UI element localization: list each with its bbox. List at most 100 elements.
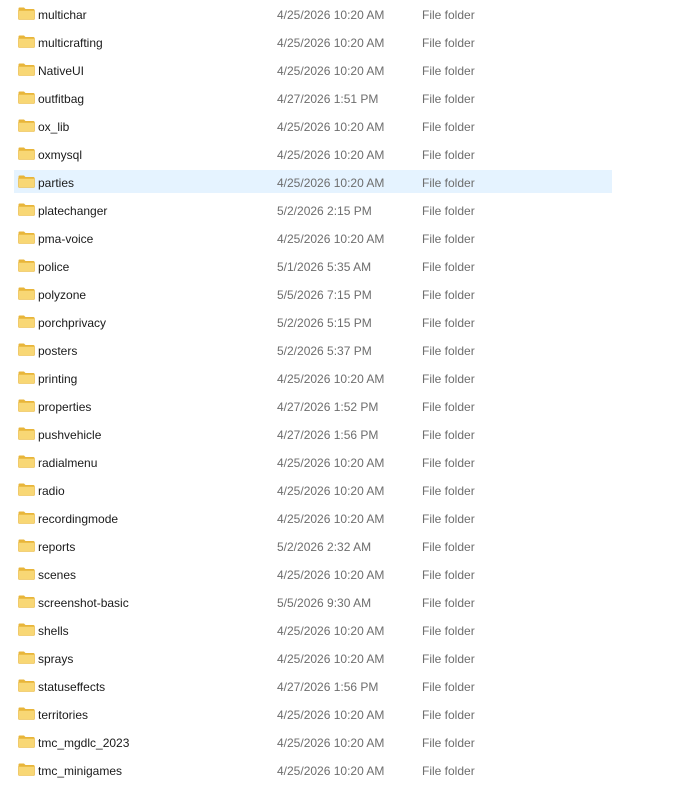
date-modified: 4/25/2026 10:20 AM — [277, 456, 385, 470]
file-row[interactable]: polyzone 5/5/2026 7:15 PM File folder — [0, 282, 678, 310]
date-modified: 4/25/2026 10:20 AM — [277, 568, 385, 582]
date-modified: 4/25/2026 10:20 AM — [277, 736, 385, 750]
folder-icon — [18, 315, 35, 328]
folder-icon — [18, 511, 35, 524]
file-type: File folder — [422, 708, 475, 722]
file-name: radio — [38, 484, 65, 498]
file-row[interactable]: properties 4/27/2026 1:52 PM File folder — [0, 394, 678, 422]
date-modified: 4/25/2026 10:20 AM — [277, 36, 385, 50]
file-row[interactable]: platechanger 5/2/2026 2:15 PM File folde… — [0, 198, 678, 226]
file-row[interactable]: radio 4/25/2026 10:20 AM File folder — [0, 478, 678, 506]
file-row[interactable]: porchprivacy 5/2/2026 5:15 PM File folde… — [0, 310, 678, 338]
file-type: File folder — [422, 428, 475, 442]
file-name: pushvehicle — [38, 428, 102, 442]
date-modified: 5/2/2026 5:37 PM — [277, 344, 372, 358]
folder-icon — [18, 63, 35, 76]
file-name: NativeUI — [38, 64, 85, 78]
file-type: File folder — [422, 148, 475, 162]
folder-icon — [18, 91, 35, 104]
file-row[interactable]: radialmenu 4/25/2026 10:20 AM File folde… — [0, 450, 678, 478]
file-type: File folder — [422, 596, 475, 610]
folder-icon — [18, 399, 35, 412]
file-row[interactable]: oxmysql 4/25/2026 10:20 AM File folder — [0, 142, 678, 170]
file-row[interactable]: printing 4/25/2026 10:20 AM File folder — [0, 366, 678, 394]
file-row[interactable]: reports 5/2/2026 2:32 AM File folder — [0, 534, 678, 562]
date-modified: 4/25/2026 10:20 AM — [277, 232, 385, 246]
file-row[interactable]: NativeUI 4/25/2026 10:20 AM File folder — [0, 58, 678, 86]
file-name: reports — [38, 540, 76, 554]
file-type: File folder — [422, 288, 475, 302]
date-modified: 4/25/2026 10:20 AM — [277, 148, 385, 162]
file-name: posters — [38, 344, 78, 358]
file-row[interactable]: shells 4/25/2026 10:20 AM File folder — [0, 618, 678, 646]
date-modified: 4/25/2026 10:20 AM — [277, 652, 385, 666]
file-name: scenes — [38, 568, 77, 582]
folder-icon — [18, 707, 35, 720]
file-name: porchprivacy — [38, 316, 107, 330]
file-type: File folder — [422, 400, 475, 414]
file-name: screenshot-basic — [38, 596, 129, 610]
date-modified: 5/2/2026 2:32 AM — [277, 540, 372, 554]
file-name: territories — [38, 708, 89, 722]
date-modified: 4/27/2026 1:51 PM — [277, 92, 379, 106]
file-type: File folder — [422, 64, 475, 78]
file-type: File folder — [422, 176, 475, 190]
file-type: File folder — [422, 344, 475, 358]
file-type: File folder — [422, 764, 475, 778]
date-modified: 5/2/2026 5:15 PM — [277, 316, 372, 330]
file-name: parties — [38, 176, 75, 190]
file-type: File folder — [422, 372, 475, 386]
file-row[interactable]: pushvehicle 4/27/2026 1:56 PM File folde… — [0, 422, 678, 450]
file-type: File folder — [422, 652, 475, 666]
date-modified: 5/5/2026 9:30 AM — [277, 596, 372, 610]
file-type: File folder — [422, 232, 475, 246]
file-row[interactable]: multicrafting 4/25/2026 10:20 AM File fo… — [0, 30, 678, 58]
file-row[interactable]: sprays 4/25/2026 10:20 AM File folder — [0, 646, 678, 674]
folder-icon — [18, 231, 35, 244]
folder-icon — [18, 147, 35, 160]
folder-icon — [18, 735, 35, 748]
file-row[interactable]: pma-voice 4/25/2026 10:20 AM File folder — [0, 226, 678, 254]
file-type: File folder — [422, 36, 475, 50]
folder-icon — [18, 651, 35, 664]
file-row-selected[interactable]: parties 4/25/2026 10:20 AM File folder — [0, 170, 678, 198]
file-row[interactable]: statuseffects 4/27/2026 1:56 PM File fol… — [0, 674, 678, 702]
file-row[interactable]: screenshot-basic 5/5/2026 9:30 AM File f… — [0, 590, 678, 618]
file-row[interactable]: scenes 4/25/2026 10:20 AM File folder — [0, 562, 678, 590]
file-row[interactable]: police 5/1/2026 5:35 AM File folder — [0, 254, 678, 282]
folder-icon — [18, 343, 35, 356]
folder-icon — [18, 623, 35, 636]
file-type: File folder — [422, 484, 475, 498]
folder-icon — [18, 595, 35, 608]
date-modified: 4/25/2026 10:20 AM — [277, 372, 385, 386]
folder-icon — [18, 371, 35, 384]
date-modified: 4/25/2026 10:20 AM — [277, 64, 385, 78]
file-row[interactable]: posters 5/2/2026 5:37 PM File folder — [0, 338, 678, 366]
folder-icon — [18, 455, 35, 468]
folder-icon — [18, 7, 35, 20]
file-row[interactable]: territories 4/25/2026 10:20 AM File fold… — [0, 702, 678, 730]
folder-icon — [18, 427, 35, 440]
file-type: File folder — [422, 512, 475, 526]
file-row[interactable]: tmc_minigames 4/25/2026 10:20 AM File fo… — [0, 758, 678, 786]
file-row[interactable]: ox_lib 4/25/2026 10:20 AM File folder — [0, 114, 678, 142]
file-name: platechanger — [38, 204, 108, 218]
date-modified: 5/1/2026 5:35 AM — [277, 260, 372, 274]
date-modified: 4/25/2026 10:20 AM — [277, 708, 385, 722]
file-name: police — [38, 260, 70, 274]
file-row[interactable]: recordingmode 4/25/2026 10:20 AM File fo… — [0, 506, 678, 534]
file-name: sprays — [38, 652, 74, 666]
file-name: shells — [38, 624, 69, 638]
folder-icon — [18, 763, 35, 776]
file-type: File folder — [422, 92, 475, 106]
date-modified: 4/25/2026 10:20 AM — [277, 512, 385, 526]
file-type: File folder — [422, 204, 475, 218]
date-modified: 4/25/2026 10:20 AM — [277, 484, 385, 498]
file-row[interactable]: outfitbag 4/27/2026 1:51 PM File folder — [0, 86, 678, 114]
file-row[interactable]: multichar 4/25/2026 10:20 AM File folder — [0, 2, 678, 30]
file-name: outfitbag — [38, 92, 85, 106]
file-type: File folder — [422, 456, 475, 470]
file-row[interactable]: tmc_mgdlc_2023 4/25/2026 10:20 AM File f… — [0, 730, 678, 758]
file-type: File folder — [422, 624, 475, 638]
file-name: tmc_mgdlc_2023 — [38, 736, 130, 750]
